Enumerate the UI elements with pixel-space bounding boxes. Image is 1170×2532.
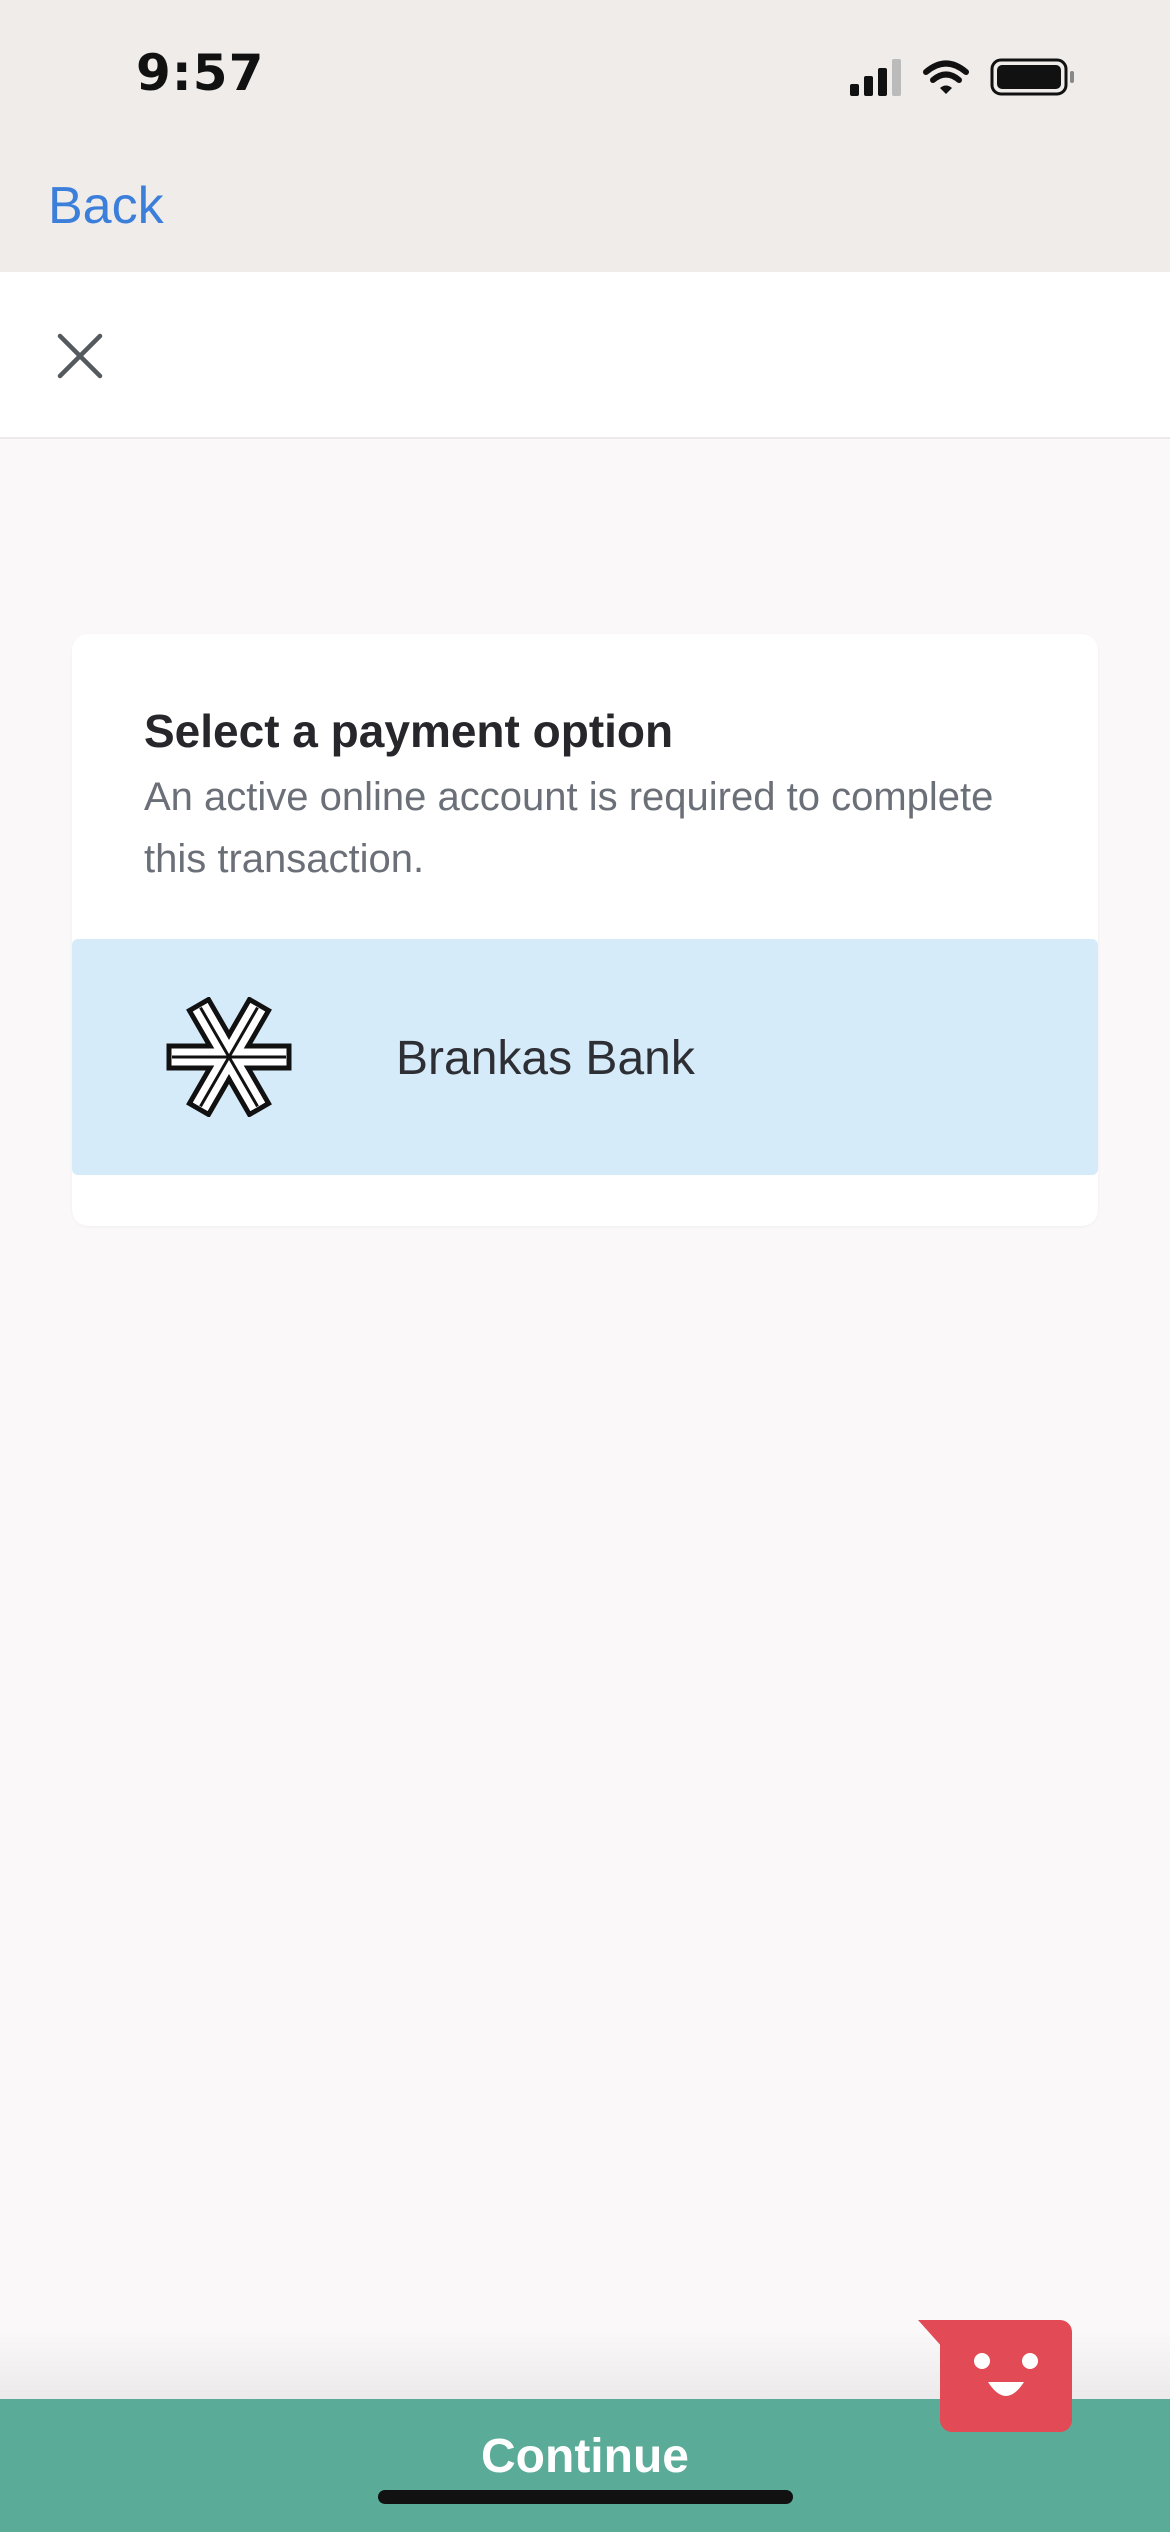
back-button[interactable]: Back — [48, 176, 164, 236]
continue-label: Continue — [481, 2430, 689, 2483]
status-bar: 9:57 — [0, 0, 1170, 150]
card-description: An active online account is required to … — [144, 775, 994, 881]
navigation-bar: Back — [0, 150, 1170, 272]
status-time: 9:57 — [136, 44, 265, 102]
chat-widget-button[interactable] — [918, 2318, 1074, 2434]
modal-header — [0, 272, 1170, 439]
close-button[interactable] — [52, 328, 108, 384]
payment-option-label: Brankas Bank — [396, 1032, 695, 1085]
cellular-signal-icon — [850, 59, 901, 96]
wifi-icon — [923, 60, 969, 94]
home-indicator — [378, 2490, 793, 2504]
payment-option-brankas-bank[interactable]: Brankas Bank — [72, 939, 1098, 1175]
status-icons — [850, 58, 1074, 96]
card-title: Select a payment option — [144, 705, 674, 757]
battery-icon — [990, 58, 1074, 96]
payment-options-card: Select a payment option An active online… — [72, 634, 1098, 1226]
brankas-logo-icon — [166, 997, 292, 1117]
smiley-chat-icon — [918, 2320, 1072, 2432]
close-icon — [57, 333, 103, 379]
